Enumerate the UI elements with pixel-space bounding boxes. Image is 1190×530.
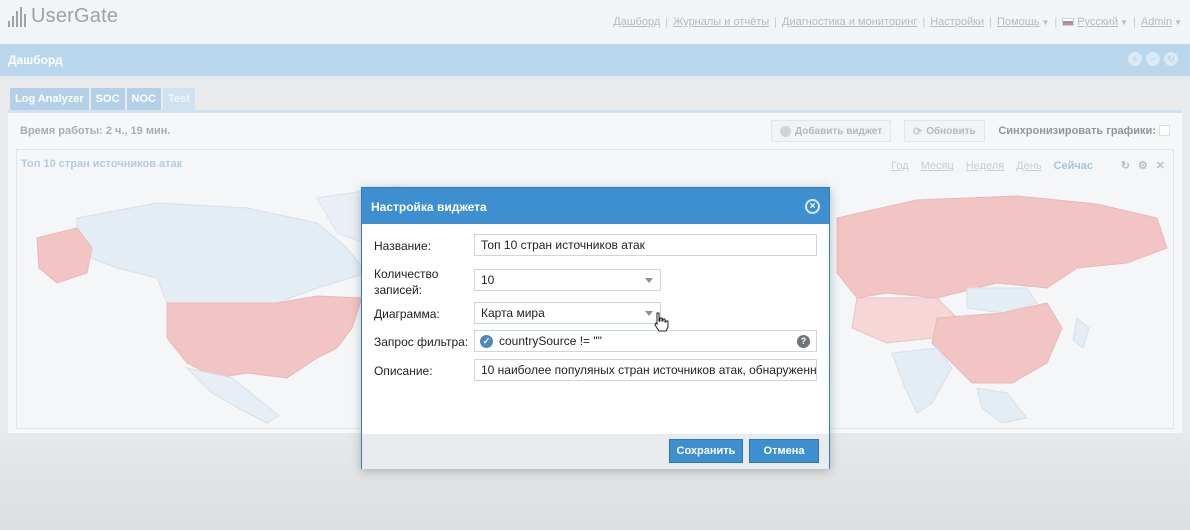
logo-bars-icon [8, 6, 26, 27]
nav-user[interactable]: Admin [1141, 16, 1172, 28]
nav-dashboard[interactable]: Дашборд [613, 16, 660, 28]
map-russia [836, 195, 1168, 299]
chevron-down-icon: ▼ [1174, 17, 1182, 27]
filter-value: countrySource != "" [499, 334, 602, 348]
period-month[interactable]: Месяц [921, 160, 954, 172]
tab-test[interactable]: Test [162, 88, 195, 110]
count-label-line1: Количество [374, 267, 439, 281]
refresh-button[interactable]: ⟳ Обновить [904, 120, 985, 142]
chevron-down-icon: ▼ [1041, 17, 1050, 27]
sync-charts-label: Синхронизировать графики: [998, 125, 1156, 137]
refresh-icon: ⟳ [913, 125, 923, 138]
minus-icon[interactable]: − [1146, 52, 1160, 66]
refresh-icon[interactable]: ↻ [1121, 159, 1130, 172]
russian-flag-icon [1062, 18, 1075, 26]
tab-noc[interactable]: NOC [126, 88, 161, 110]
add-widget-label: Добавить виджет [795, 125, 883, 137]
save-button[interactable]: Сохранить [669, 439, 743, 463]
period-year[interactable]: Год [891, 160, 909, 172]
usergate-logo[interactable]: UserGate [8, 5, 118, 28]
sync-charts-checkbox[interactable] [1159, 125, 1170, 136]
page-title: Дашборд [8, 53, 63, 67]
chart-type-select[interactable]: Карта мира [474, 302, 661, 324]
count-select-value: 10 [481, 273, 495, 287]
dialog-header: Настройка виджета × [362, 188, 829, 224]
chevron-down-icon: ▼ [1120, 17, 1129, 27]
filter-field[interactable]: ✓ countrySource != "" ? [474, 330, 817, 352]
name-field[interactable]: Топ 10 стран источников атак [474, 234, 817, 256]
dashboard-controls: + − ↻ [1128, 52, 1178, 66]
plus-icon[interactable]: + [1128, 52, 1142, 66]
chevron-down-icon [645, 278, 653, 283]
close-icon[interactable]: ✕ [1156, 159, 1165, 172]
count-select[interactable]: 10 [474, 269, 661, 291]
period-selector: Год Месяц Неделя День Сейчас [891, 160, 1093, 172]
map-alaska [36, 227, 93, 284]
nav-diagnostics[interactable]: Диагностика и мониторинг [782, 16, 917, 28]
widget-controls: ↻ ⚙ ✕ [1121, 159, 1165, 172]
chart-type-label: Диаграмма: [374, 307, 440, 321]
add-widget-button[interactable]: Добавить виджет [771, 120, 892, 142]
period-week[interactable]: Неделя [966, 160, 1004, 172]
dialog-body: Название: Топ 10 стран источников атак К… [362, 224, 829, 434]
hand-cursor-icon [654, 312, 669, 332]
chart-type-value: Карта мира [481, 306, 545, 320]
top-navigation: Дашборд | Журналы и отчёты | Диагностика… [613, 16, 1182, 28]
uptime-text: Время работы: 2 ч., 19 мин. [20, 125, 171, 137]
count-label-line2: записей: [374, 283, 423, 297]
tab-soc[interactable]: SOC [90, 88, 125, 110]
dashboard-tabs: Log Analyzer SOC NOC Test [10, 88, 195, 110]
nav-settings[interactable]: Настройки [930, 16, 984, 28]
map-india [891, 347, 953, 414]
widget-title: Топ 10 стран источников атак [21, 158, 183, 170]
map-mexico [185, 367, 280, 424]
dialog-footer: Сохранить Отмена [362, 434, 829, 469]
cancel-button[interactable]: Отмена [749, 439, 819, 463]
refresh-label: Обновить [926, 125, 976, 137]
filter-label: Запрос фильтра: [374, 335, 469, 349]
nav-logs-reports[interactable]: Журналы и отчёты [673, 16, 769, 28]
logo-text: UserGate [31, 5, 119, 27]
name-label: Название: [374, 239, 431, 253]
close-icon[interactable]: × [805, 199, 820, 214]
check-icon: ✓ [480, 335, 493, 348]
nav-help[interactable]: Помощь [997, 16, 1040, 28]
tab-log-analyzer[interactable]: Log Analyzer [10, 88, 89, 110]
map-japan [1072, 317, 1090, 349]
widget-settings-dialog: Настройка виджета × Название: Топ 10 стр… [361, 187, 830, 469]
period-now[interactable]: Сейчас [1054, 160, 1093, 172]
description-field[interactable]: 10 наиболее популяных стран источников а… [474, 359, 817, 381]
dialog-title: Настройка виджета [371, 200, 487, 214]
nav-language[interactable]: Русский [1077, 16, 1118, 28]
map-usa [166, 295, 363, 379]
period-day[interactable]: День [1016, 160, 1041, 172]
map-se-asia [976, 387, 1028, 424]
plus-circle-icon [780, 125, 791, 137]
refresh-icon[interactable]: ↻ [1164, 52, 1178, 66]
help-icon[interactable]: ? [797, 335, 810, 348]
description-label: Описание: [374, 364, 433, 378]
dashboard-title-bar: Дашборд + − ↻ [0, 44, 1190, 76]
top-header: UserGate Дашборд | Журналы и отчёты | Ди… [0, 0, 1190, 44]
gear-icon[interactable]: ⚙ [1138, 159, 1148, 172]
map-canada [76, 202, 368, 304]
